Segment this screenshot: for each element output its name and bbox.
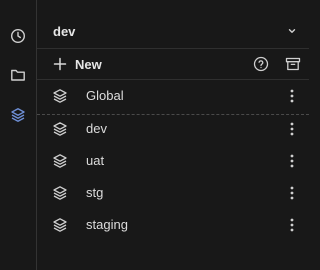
layers-icon: [52, 217, 68, 233]
sidebar-rail: [0, 0, 37, 270]
selected-environment: dev: [53, 23, 76, 39]
layers-icon: [52, 185, 68, 201]
plus-icon: [53, 57, 67, 71]
archive-icon: [285, 56, 301, 72]
environment-row[interactable]: stg: [37, 178, 309, 208]
more-vertical-icon[interactable]: [285, 215, 299, 235]
chevron-down-icon: [287, 26, 297, 36]
more-vertical-icon[interactable]: [285, 151, 299, 171]
archive-button[interactable]: [283, 54, 303, 74]
environments-panel: dev New Global dev uat stg staging: [37, 0, 309, 270]
environment-label: dev: [86, 121, 107, 136]
more-vertical-icon[interactable]: [285, 86, 299, 106]
help-circle-icon: [253, 56, 269, 72]
sidebar-item-environments[interactable]: [4, 103, 32, 131]
environment-row-global[interactable]: Global: [37, 81, 309, 111]
layers-icon: [10, 107, 26, 128]
new-label: New: [75, 56, 102, 72]
sidebar-item-folders[interactable]: [4, 63, 32, 91]
more-vertical-icon[interactable]: [285, 183, 299, 203]
layers-icon: [52, 153, 68, 169]
environment-selector[interactable]: dev: [37, 14, 309, 48]
environment-row[interactable]: uat: [37, 146, 309, 176]
more-vertical-icon[interactable]: [285, 119, 299, 139]
environment-row[interactable]: staging: [37, 210, 309, 240]
folder-icon: [10, 67, 26, 88]
environment-label: stg: [86, 185, 104, 200]
sidebar-item-history[interactable]: [4, 24, 32, 52]
new-environment-button[interactable]: New: [53, 53, 102, 75]
environment-label: staging: [86, 217, 128, 232]
layers-icon: [52, 121, 68, 137]
divider: [37, 79, 309, 80]
environment-row[interactable]: dev: [37, 114, 309, 144]
help-button[interactable]: [251, 54, 271, 74]
environments-toolbar: New: [37, 50, 309, 78]
environment-label: uat: [86, 153, 105, 168]
layers-icon: [52, 88, 68, 104]
environment-label: Global: [86, 88, 124, 103]
divider: [37, 48, 309, 49]
clock-icon: [10, 28, 26, 49]
